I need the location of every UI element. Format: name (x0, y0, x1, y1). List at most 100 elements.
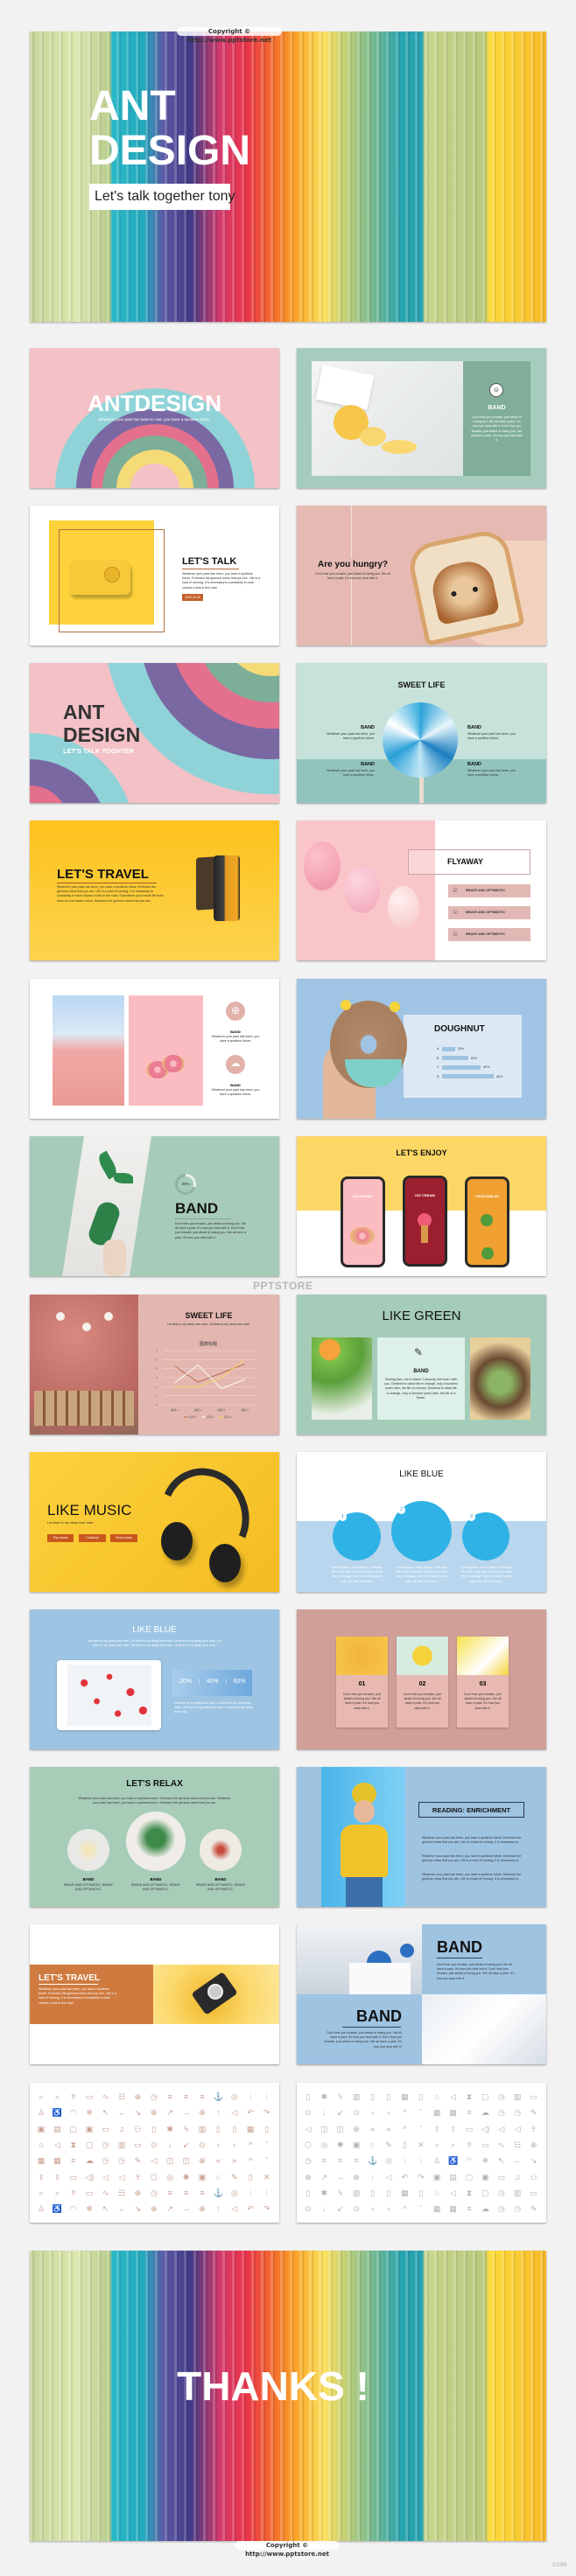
icon-glyph[interactable]: ♫ (116, 2123, 128, 2135)
icon-glyph[interactable]: ✎ (383, 2139, 395, 2151)
icon-glyph[interactable]: ⚓ (212, 2091, 224, 2103)
slide-lets-relax[interactable]: LET'S RELAX Whatever your past has been,… (30, 1767, 279, 1907)
icon-glyph[interactable]: ♙ (35, 2106, 47, 2119)
icon-glyph[interactable]: ❄ (83, 2203, 95, 2215)
icon-glyph[interactable]: ▥ (511, 2091, 523, 2103)
icon-glyph[interactable]: ≡ (463, 2203, 475, 2215)
icon-glyph[interactable]: ◷ (511, 2106, 523, 2119)
icon-glyph[interactable]: « (212, 2154, 224, 2167)
pop-music-button[interactable]: Pop music (47, 1534, 74, 1542)
icon-glyph[interactable]: ▤ (447, 2171, 460, 2183)
icon-glyph[interactable]: ⊗ (196, 2154, 208, 2167)
icon-glyph[interactable]: ✎ (131, 2154, 144, 2167)
icon-glyph[interactable]: ◎ (318, 2139, 330, 2151)
icon-glyph[interactable]: ⬡ (148, 2171, 160, 2183)
icon-glyph[interactable]: ▭ (131, 2139, 144, 2151)
slide-are-you-hungry[interactable]: Are you hungry? Don't fear you forsake, … (297, 506, 546, 646)
icon-glyph[interactable]: ▣ (479, 2171, 491, 2183)
icon-glyph[interactable]: → (180, 2106, 193, 2119)
icon-glyph[interactable]: ↘ (131, 2203, 144, 2215)
icon-glyph[interactable]: ▣ (431, 2171, 443, 2183)
icon-glyph[interactable]: ▯ (148, 2123, 160, 2135)
icon-glyph[interactable]: ❄ (83, 2106, 95, 2119)
slide-lets-travel-film[interactable]: LET'S TRAVEL Whatever your past has been… (30, 820, 279, 960)
icon-glyph[interactable]: ← (116, 2106, 128, 2119)
icon-glyph[interactable]: ⊙ (350, 2106, 362, 2119)
icon-glyph[interactable]: ‹ (228, 2139, 241, 2151)
icon-glyph[interactable]: ≡ (318, 2154, 330, 2167)
icon-glyph[interactable]: ☥ (67, 2091, 80, 2103)
icon-glyph[interactable]: ◷ (100, 2139, 112, 2151)
slide-band-santorini[interactable]: BAND Don't fear you forsake, just afraid… (297, 1924, 546, 2064)
icon-glyph[interactable]: ▭ (479, 2139, 491, 2151)
icon-glyph[interactable]: ⊕ (196, 2203, 208, 2215)
slide-sweet-life-chart[interactable]: SWEET LIFE Let time to my deep love man.… (30, 1295, 279, 1435)
icon-glyph[interactable]: ◁ (51, 2139, 63, 2151)
icon-glyph[interactable]: ⊕ (196, 2106, 208, 2119)
icon-glyph[interactable]: ‹ (383, 2106, 395, 2119)
icon-glyph[interactable]: ≡ (180, 2091, 193, 2103)
icon-glyph[interactable]: ϟ (180, 2123, 193, 2135)
icon-glyph[interactable]: ◷ (302, 2154, 314, 2167)
icon-glyph[interactable]: ◷ (100, 2154, 112, 2167)
icon-glyph[interactable]: ▯ (261, 2123, 273, 2135)
slide-reading-enrichment[interactable]: READING: ENRICHMENT Whatever your past h… (297, 1767, 546, 1907)
icon-glyph[interactable]: ⊕ (131, 2091, 144, 2103)
icon-glyph[interactable]: ◁ (302, 2123, 314, 2135)
icon-glyph[interactable]: ↖ (100, 2106, 112, 2119)
icon-glyph[interactable]: ▣ (35, 2123, 47, 2135)
icon-glyph[interactable]: ϟ (334, 2187, 347, 2199)
icon-glyph[interactable]: ☷ (116, 2187, 128, 2199)
icon-glyph[interactable]: ☥ (131, 2171, 144, 2183)
icon-glyph[interactable]: ◷ (495, 2091, 508, 2103)
icon-glyph[interactable]: ϟ (334, 2091, 347, 2103)
icon-glyph[interactable]: ▦ (35, 2154, 47, 2167)
icon-glyph[interactable]: ⊕ (148, 2106, 160, 2119)
icon-glyph[interactable]: ↗ (318, 2171, 330, 2183)
icon-glyph[interactable]: ⊕ (528, 2139, 540, 2151)
icon-glyph[interactable]: ← (511, 2154, 523, 2167)
icon-glyph[interactable]: › (367, 2106, 379, 2119)
icon-glyph[interactable]: ▢ (83, 2139, 95, 2151)
icon-glyph[interactable]: ⌂ (431, 2091, 443, 2103)
icon-glyph[interactable]: ˇ (415, 2106, 427, 2119)
icon-glyph[interactable]: ▯ (302, 2187, 314, 2199)
icon-glyph[interactable]: ◎ (164, 2171, 176, 2183)
slide-lets-enjoy[interactable]: LET'S ENJOY DOUGHNUT ICE CREAM VEGETABLE… (297, 1136, 546, 1276)
icon-glyph[interactable]: ⌕ (51, 2091, 63, 2103)
icon-glyph[interactable]: ⋮ (261, 2187, 273, 2199)
icon-glyph[interactable]: ≡ (196, 2187, 208, 2199)
icon-glyph[interactable]: ✺ (180, 2171, 193, 2183)
icon-glyph[interactable]: ▤ (51, 2123, 63, 2135)
icon-glyph[interactable]: ◎ (228, 2091, 241, 2103)
icon-glyph[interactable]: ◁) (83, 2171, 95, 2183)
icon-glyph[interactable]: ◫ (318, 2123, 330, 2135)
icon-glyph[interactable]: ◫ (334, 2123, 347, 2135)
icon-glyph[interactable]: ≡ (180, 2187, 193, 2199)
icon-glyph[interactable]: ▯ (415, 2091, 427, 2103)
icon-glyph[interactable]: « (367, 2123, 379, 2135)
icon-glyph[interactable]: ◎ (383, 2154, 395, 2167)
icon-glyph[interactable]: ▯ (383, 2091, 395, 2103)
icon-glyph[interactable]: ⧗ (67, 2139, 80, 2151)
icon-glyph[interactable]: ˇ (261, 2139, 273, 2151)
icon-glyph[interactable]: ‹ (383, 2203, 395, 2215)
slide-antdesign-rainbow[interactable]: ANTDESIGN Whatever your past has been to… (30, 348, 279, 488)
icon-glyph[interactable]: ↙ (180, 2139, 193, 2151)
icon-glyph[interactable]: ✱ (164, 2123, 176, 2135)
icon-glyph[interactable]: ↖ (495, 2154, 508, 2167)
icon-glyph[interactable]: ⚇ (131, 2123, 144, 2135)
slide-numbered-cards[interactable]: 01 Don't fear you forsake, just afraid o… (297, 1609, 546, 1749)
icon-glyph[interactable]: » (383, 2123, 395, 2135)
icon-glyph[interactable]: ▦ (398, 2091, 411, 2103)
icon-glyph[interactable]: ◷ (116, 2154, 128, 2167)
icon-glyph[interactable]: ▥ (196, 2123, 208, 2135)
icon-glyph[interactable]: ⇪ (447, 2123, 460, 2135)
icon-glyph[interactable]: ⇪ (51, 2171, 63, 2183)
icon-glyph[interactable]: ≡ (334, 2154, 347, 2167)
icon-glyph[interactable]: ▥ (350, 2187, 362, 2199)
icon-glyph[interactable]: ▦ (51, 2154, 63, 2167)
icon-glyph[interactable]: ^ (244, 2139, 256, 2151)
icon-glyph[interactable]: ✎ (528, 2203, 540, 2215)
icon-glyph[interactable]: ☥ (67, 2187, 80, 2199)
